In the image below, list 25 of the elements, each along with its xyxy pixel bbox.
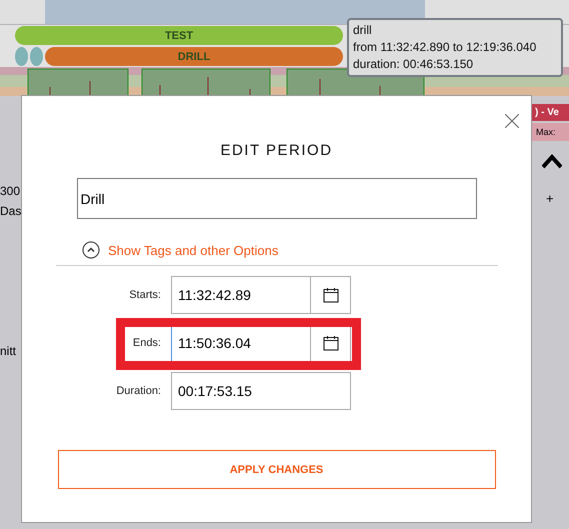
dialog-title: EDIT PERIOD [220,142,333,159]
tab-label[interactable]: Das [0,203,21,219]
value-label: 300 [0,183,21,199]
chevron-up-circle-icon[interactable] [82,241,100,259]
time-field[interactable]: 00:17:53.15 [171,372,351,410]
calendar-icon [322,335,338,351]
tooltip-title: drill [353,22,372,39]
field-label: Starts: [128,289,161,301]
name-field[interactable]: Drill [76,178,476,219]
calendar-icon [322,287,338,303]
close-icon [505,114,519,128]
field-label: Duration: [115,385,161,397]
time-field[interactable]: 11:32:42.89 [171,276,311,314]
period-marker [15,47,28,66]
field-label: Ends: [132,337,161,349]
calendar-button[interactable] [311,276,351,314]
list-item[interactable]: nitt [0,343,21,359]
panel-heading: ) - Ve [532,104,569,121]
period-bar[interactable]: TEST [15,26,343,45]
chevron-up-icon[interactable] [542,153,562,169]
stat-label: Max: [532,123,569,141]
tooltip-range: from 11:32:42.890 to 12:19:36.040 [353,39,536,56]
tooltip-duration: duration: 00:46:53.150 [353,56,474,73]
period-marker [30,47,43,66]
add-button[interactable]: + [532,191,569,206]
